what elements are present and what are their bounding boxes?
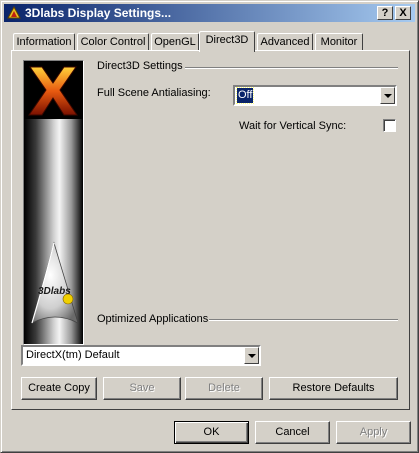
ok-button[interactable]: OK (174, 421, 249, 444)
help-button[interactable]: ? (377, 6, 393, 20)
tab-advanced[interactable]: Advanced (257, 33, 313, 51)
chevron-down-icon[interactable] (380, 87, 395, 104)
3dlabs-banner: 3Dlabs (23, 60, 84, 345)
chevron-down-icon[interactable] (244, 347, 259, 364)
create-copy-button[interactable]: Create Copy (21, 377, 97, 400)
optimized-group-line (209, 319, 398, 321)
3dlabs-x-logo: 3Dlabs (24, 61, 83, 324)
direct3d-group-line (185, 67, 398, 69)
fsaa-value: Off (235, 87, 255, 104)
vsync-checkbox[interactable] (383, 119, 396, 132)
tab-direct3d[interactable]: Direct3D (199, 31, 255, 52)
tab-opengl[interactable]: OpenGL (151, 33, 199, 51)
tab-information[interactable]: Information (13, 33, 75, 51)
fsaa-label: Full Scene Antialiasing: (97, 87, 211, 99)
fsaa-dropdown[interactable]: Off (233, 85, 397, 106)
restore-defaults-button[interactable]: Restore Defaults (269, 377, 398, 400)
window-title: 3Dlabs Display Settings... (25, 6, 172, 20)
vsync-label: Wait for Vertical Sync: (239, 120, 347, 132)
save-button[interactable]: Save (103, 377, 181, 400)
tab-color-control[interactable]: Color Control (77, 33, 149, 51)
delete-button[interactable]: Delete (185, 377, 263, 400)
cancel-button[interactable]: Cancel (255, 421, 330, 444)
title-bar[interactable]: 3Dlabs Display Settings... ? X (4, 4, 415, 22)
close-button[interactable]: X (395, 6, 411, 20)
application-value: DirectX(tm) Default (26, 349, 120, 361)
application-dropdown[interactable]: DirectX(tm) Default (21, 345, 261, 366)
tab-monitor[interactable]: Monitor (315, 33, 363, 51)
direct3d-settings-title: Direct3D Settings (97, 60, 183, 72)
3dlabs-app-icon (7, 6, 21, 19)
optimized-apps-title: Optimized Applications (97, 313, 209, 325)
apply-button[interactable]: Apply (336, 421, 411, 444)
display-settings-window: 3Dlabs Display Settings... ? X Informati… (0, 0, 419, 453)
